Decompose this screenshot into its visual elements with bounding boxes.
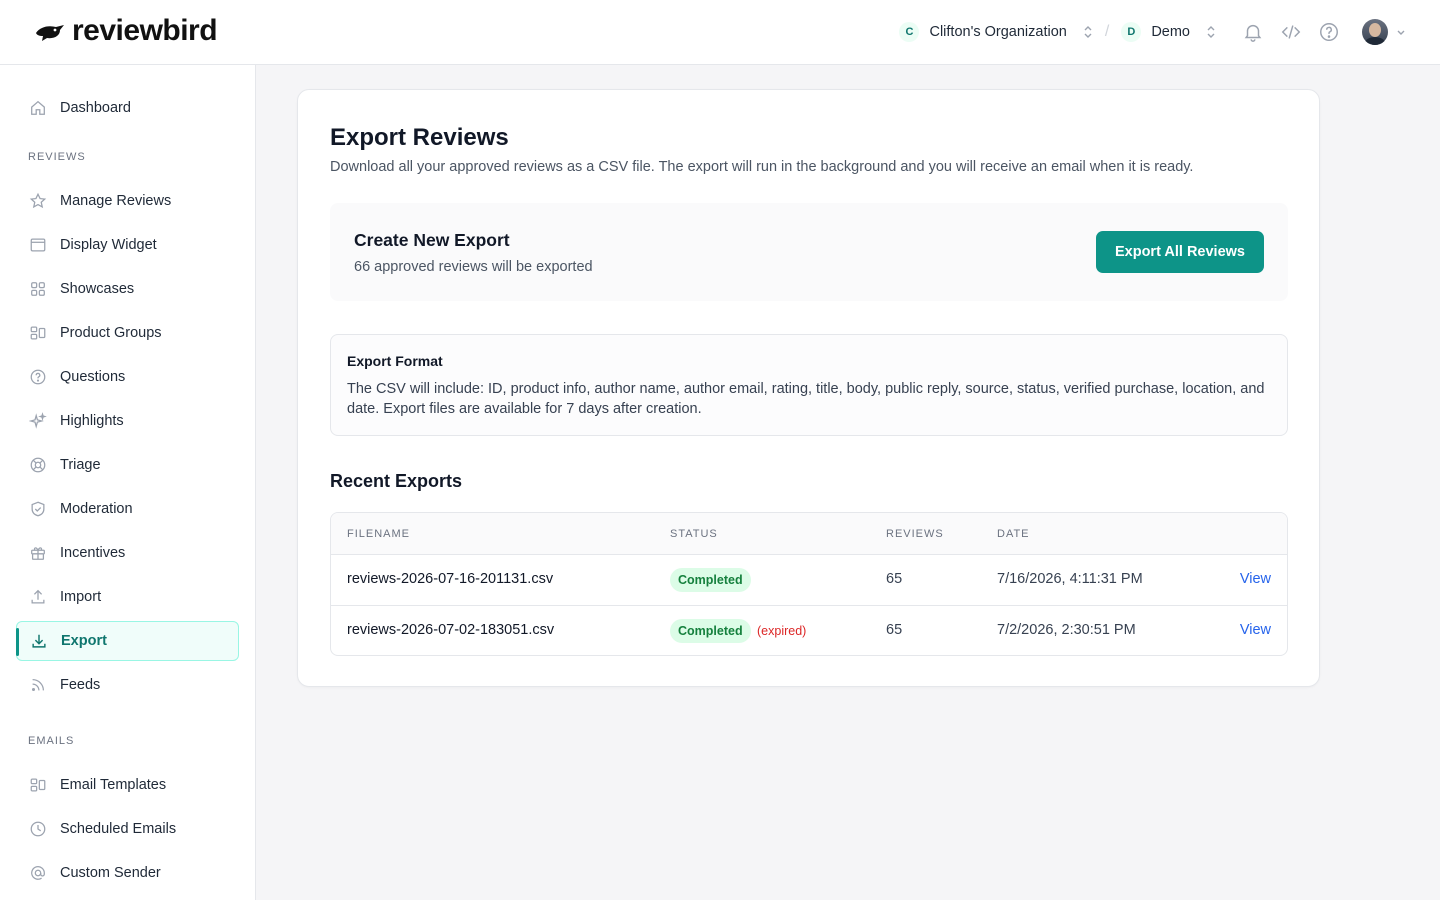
export-filename: reviews-2026-07-16-201131.csv [347, 571, 554, 587]
rss-icon [28, 675, 48, 695]
org-switcher[interactable]: C Clifton's Organization [899, 22, 1092, 42]
export-all-reviews-button[interactable]: Export All Reviews [1095, 231, 1264, 273]
sidebar: Dashboard REVIEWS Manage Reviews Display… [0, 65, 256, 900]
recent-exports-title: Recent Exports [330, 471, 463, 491]
expired-note: (expired) [757, 624, 807, 638]
export-format-text: The CSV will include: ID, product info, … [347, 381, 1265, 417]
clock-icon [28, 819, 48, 839]
table-row: reviews-2026-07-16-201131.csv Completed … [331, 555, 1287, 605]
sidebar-item-email-templates[interactable]: Email Templates [16, 765, 239, 805]
export-format-panel: Export Format The CSV will include: ID, … [330, 334, 1288, 436]
review-count: 65 [886, 571, 903, 587]
export-date: 7/16/2026, 4:11:31 PM [997, 571, 1143, 587]
sidebar-item-display-widget[interactable]: Display Widget [16, 225, 239, 265]
shield-icon [28, 499, 48, 519]
home-icon [28, 98, 48, 118]
column-header-date: DATE [997, 528, 1030, 540]
org-avatar: C [899, 22, 920, 42]
sidebar-item-feeds[interactable]: Feeds [16, 665, 239, 705]
export-format-title: Export Format [347, 353, 443, 369]
brand-name: reviewbird [72, 14, 218, 47]
table-header: FILENAME STATUS REVIEWS DATE [331, 513, 1287, 555]
recent-exports-table: FILENAME STATUS REVIEWS DATE reviews-202… [330, 512, 1288, 656]
code-icon[interactable] [1280, 21, 1302, 43]
gift-icon [28, 543, 48, 563]
breadcrumb-separator: / [1104, 23, 1110, 40]
sidebar-item-questions[interactable]: Questions [16, 357, 239, 397]
view-export-link[interactable]: View [1240, 622, 1271, 638]
store-name: Demo [1151, 24, 1190, 40]
window-icon [28, 235, 48, 255]
sidebar-item-custom-sender[interactable]: Custom Sender [16, 853, 239, 893]
group-icon [28, 323, 48, 343]
chevron-up-down-icon [1207, 26, 1215, 38]
create-export-title: Create New Export [354, 230, 510, 250]
view-export-link[interactable]: View [1240, 571, 1271, 587]
upload-icon [28, 587, 48, 607]
page-title: Export Reviews [330, 124, 509, 151]
column-header-status: STATUS [670, 528, 718, 540]
review-count: 65 [886, 622, 903, 638]
sidebar-item-moderation[interactable]: Moderation [16, 489, 239, 529]
top-header: reviewbird C Clifton's Organization / D … [0, 0, 1440, 65]
section-label-reviews: REVIEWS [28, 151, 86, 163]
bird-icon [36, 25, 64, 41]
store-switcher[interactable]: D Demo [1121, 22, 1216, 42]
sidebar-item-manage-reviews[interactable]: Manage Reviews [16, 181, 239, 221]
export-date: 7/2/2026, 2:30:51 PM [997, 622, 1136, 638]
sparkles-icon [28, 411, 48, 431]
grid-icon [28, 279, 48, 299]
export-filename: reviews-2026-07-02-183051.csv [347, 622, 555, 638]
page-description: Download all your approved reviews as a … [330, 159, 1194, 175]
sidebar-item-product-groups[interactable]: Product Groups [16, 313, 239, 353]
column-header-filename: FILENAME [347, 528, 411, 540]
export-card: Export Reviews Download all your approve… [297, 89, 1320, 687]
lifebuoy-icon [28, 455, 48, 475]
column-header-reviews: REVIEWS [886, 528, 944, 540]
status-badge: Completed [670, 568, 751, 592]
sidebar-item-highlights[interactable]: Highlights [16, 401, 239, 441]
star-icon [28, 191, 48, 211]
store-avatar: D [1121, 22, 1142, 42]
at-icon [28, 863, 48, 883]
section-label-emails: EMAILS [28, 735, 75, 747]
brand-logo[interactable]: reviewbird [34, 14, 218, 48]
sidebar-item-import[interactable]: Import [16, 577, 239, 617]
sidebar-item-dashboard[interactable]: Dashboard [16, 88, 239, 128]
sidebar-item-showcases[interactable]: Showcases [16, 269, 239, 309]
table-row: reviews-2026-07-02-183051.csv Completed … [331, 605, 1287, 655]
chevron-down-icon[interactable] [1396, 27, 1406, 37]
create-export-subtitle: 66 approved reviews will be exported [354, 259, 593, 275]
sidebar-item-export[interactable]: Export [16, 621, 239, 661]
user-avatar[interactable] [1362, 19, 1388, 45]
sidebar-item-triage[interactable]: Triage [16, 445, 239, 485]
sidebar-item-incentives[interactable]: Incentives [16, 533, 239, 573]
template-icon [28, 775, 48, 795]
chevron-up-down-icon [1084, 26, 1092, 38]
question-icon [28, 367, 48, 387]
create-export-panel: Create New Export 66 approved reviews wi… [330, 203, 1288, 301]
help-icon[interactable] [1318, 21, 1340, 43]
status-badge: Completed [670, 619, 751, 643]
download-icon [29, 631, 49, 651]
org-name: Clifton's Organization [929, 24, 1067, 40]
bell-icon[interactable] [1242, 21, 1264, 43]
sidebar-item-scheduled-emails[interactable]: Scheduled Emails [16, 809, 239, 849]
